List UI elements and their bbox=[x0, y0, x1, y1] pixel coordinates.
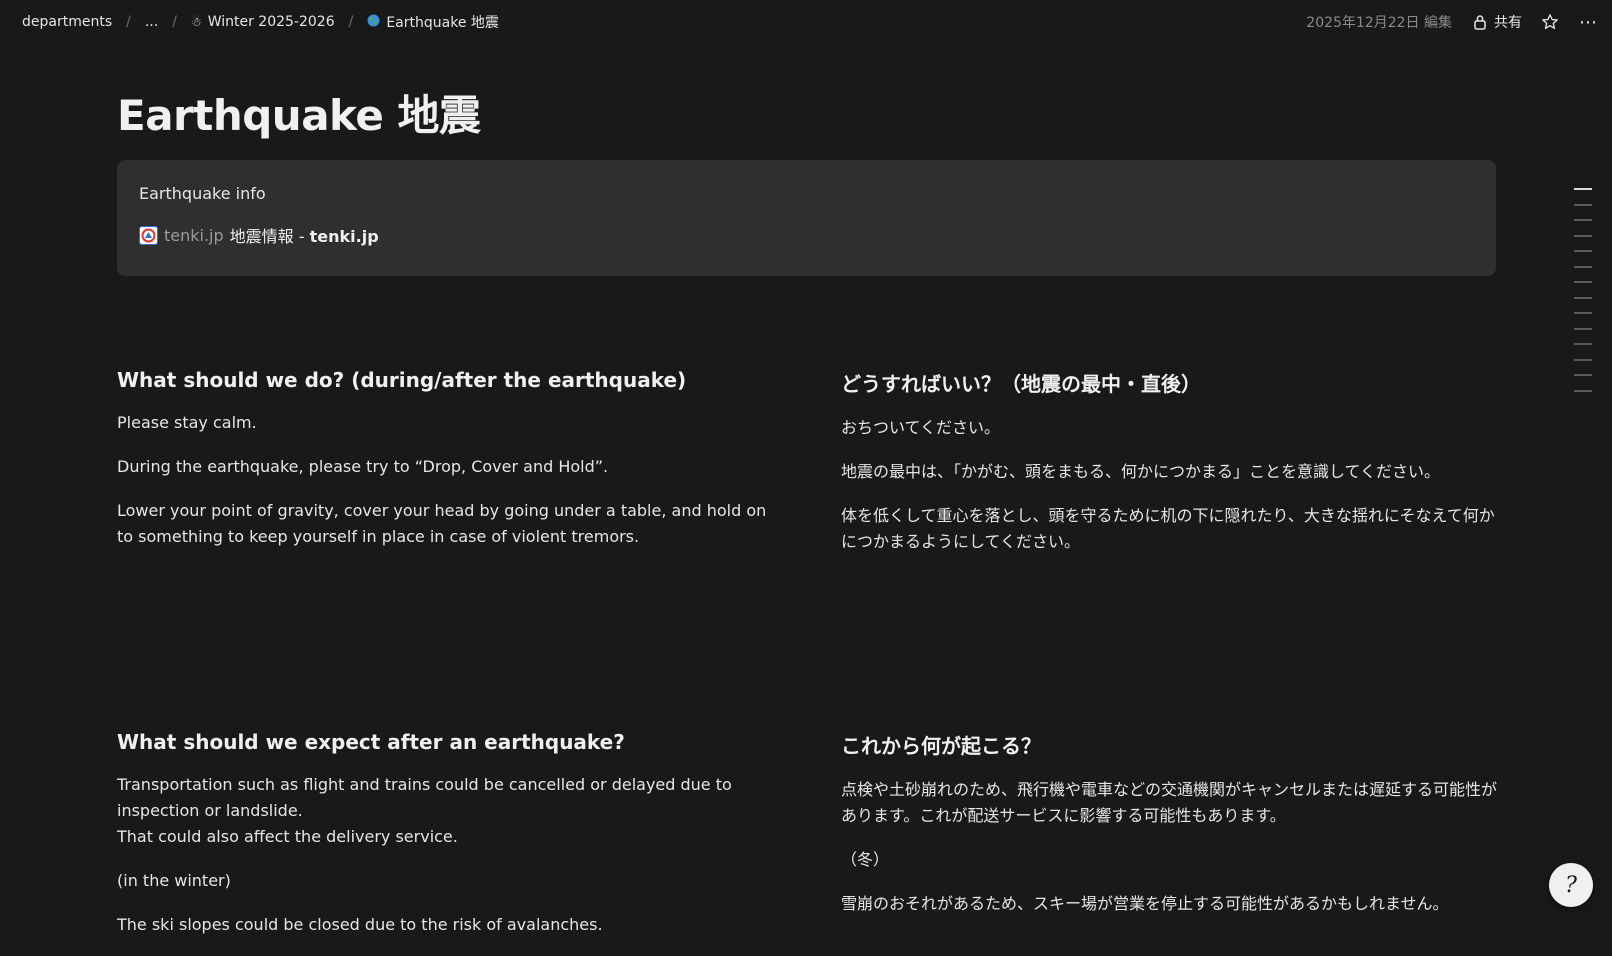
toc-line[interactable] bbox=[1574, 374, 1592, 376]
section-heading[interactable]: これから何が起こる？ bbox=[841, 730, 1501, 759]
section-heading[interactable]: What should we expect after an earthquak… bbox=[117, 730, 777, 754]
toc-line[interactable] bbox=[1574, 297, 1592, 299]
paragraph[interactable]: 雪崩のおそれがあるため、スキー場が営業を停止する可能性があるかもしれません。 bbox=[841, 891, 1501, 917]
paragraph[interactable]: おちついてください。 bbox=[841, 415, 1501, 441]
help-button[interactable]: ? bbox=[1549, 863, 1593, 907]
section-en-after: What should we expect after an earthquak… bbox=[117, 730, 777, 956]
globe-icon bbox=[367, 14, 380, 30]
breadcrumb-item-label: Winter 2025-2026 bbox=[208, 14, 335, 30]
toc-line[interactable] bbox=[1574, 359, 1592, 361]
callout-block[interactable]: Earthquake info tenki.jp 地震情報 - tenki.jp bbox=[117, 160, 1496, 276]
paragraph[interactable]: During the earthquake, please try to “Dr… bbox=[117, 454, 777, 480]
toc-line[interactable] bbox=[1574, 328, 1592, 330]
link-mention-tenki[interactable]: tenki.jp 地震情報 - tenki.jp bbox=[139, 223, 1474, 247]
toc-line[interactable] bbox=[1574, 266, 1592, 268]
paragraph[interactable]: 地震の最中は、「かがむ、頭をまもる、何かにつかまる」ことを意識してください。 bbox=[841, 459, 1501, 485]
paragraph[interactable]: Lower your point of gravity, cover your … bbox=[117, 498, 777, 550]
toc-line[interactable] bbox=[1574, 250, 1592, 252]
section-ja-during: どうすればいい？（地震の最中・直後） おちついてください。 地震の最中は、「かが… bbox=[841, 368, 1501, 573]
table-of-contents-minimap[interactable] bbox=[1574, 188, 1592, 392]
toc-line[interactable] bbox=[1574, 312, 1592, 314]
section-en-during: What should we do? (during/after the ear… bbox=[117, 368, 777, 568]
toc-line[interactable] bbox=[1574, 235, 1592, 237]
breadcrumb-item-winter[interactable]: ☃ Winter 2025-2026 bbox=[191, 14, 335, 30]
breadcrumb-item-label: Earthquake 地震 bbox=[386, 12, 499, 32]
link-domain: tenki.jp bbox=[164, 226, 224, 245]
help-icon: ? bbox=[1565, 873, 1577, 898]
paragraph[interactable]: （冬） bbox=[841, 847, 1501, 873]
lock-icon bbox=[1470, 12, 1490, 32]
tenki-favicon-icon bbox=[139, 226, 158, 245]
toc-line[interactable] bbox=[1574, 281, 1592, 283]
breadcrumb-item-ellipsis[interactable]: ... bbox=[145, 14, 158, 30]
share-label: 共有 bbox=[1494, 12, 1522, 32]
snowman-icon: ☃ bbox=[191, 15, 202, 29]
breadcrumb-separator: / bbox=[172, 14, 177, 30]
toc-line[interactable] bbox=[1574, 188, 1592, 190]
paragraph[interactable]: Transportation such as flight and trains… bbox=[117, 772, 777, 850]
favorite-star-icon[interactable] bbox=[1540, 12, 1560, 32]
toc-line[interactable] bbox=[1574, 390, 1592, 392]
toc-line[interactable] bbox=[1574, 204, 1592, 206]
section-heading[interactable]: どうすればいい？（地震の最中・直後） bbox=[841, 368, 1501, 397]
more-options-icon[interactable]: ⋯ bbox=[1578, 12, 1598, 32]
paragraph[interactable]: Please stay calm. bbox=[117, 410, 777, 436]
page-title[interactable]: Earthquake 地震 bbox=[117, 82, 480, 143]
toc-line[interactable] bbox=[1574, 219, 1592, 221]
breadcrumb-separator: / bbox=[349, 14, 354, 30]
paragraph[interactable]: The ski slopes could be closed due to th… bbox=[117, 912, 777, 938]
paragraph[interactable]: 点検や土砂崩れのため、飛行機や電車などの交通機関がキャンセルまたは遅延する可能性… bbox=[841, 777, 1501, 829]
share-button[interactable]: 共有 bbox=[1470, 12, 1522, 32]
toc-line[interactable] bbox=[1574, 343, 1592, 345]
last-edited-text[interactable]: 2025年12月22日 編集 bbox=[1306, 12, 1452, 32]
section-heading[interactable]: What should we do? (during/after the ear… bbox=[117, 368, 777, 392]
paragraph[interactable]: 体を低くして重心を落とし、頭を守るために机の下に隠れたり、大きな揺れにそなえて何… bbox=[841, 503, 1501, 555]
link-title: 地震情報 - tenki.jp bbox=[230, 223, 379, 247]
link-title-prefix: 地震情報 - bbox=[230, 227, 310, 246]
link-title-bold: tenki.jp bbox=[310, 227, 379, 246]
breadcrumb-item-earthquake[interactable]: Earthquake 地震 bbox=[367, 12, 499, 32]
breadcrumb: departments / ... / ☃ Winter 2025-2026 /… bbox=[22, 12, 499, 32]
callout-title: Earthquake info bbox=[139, 184, 1474, 203]
top-bar-actions: 2025年12月22日 編集 共有 ⋯ bbox=[1306, 0, 1612, 44]
breadcrumb-separator: / bbox=[126, 14, 131, 30]
paragraph[interactable]: (in the winter) bbox=[117, 868, 777, 894]
breadcrumb-item-departments[interactable]: departments bbox=[22, 14, 112, 30]
section-ja-after: これから何が起こる？ 点検や土砂崩れのため、飛行機や電車などの交通機関がキャンセ… bbox=[841, 730, 1501, 935]
